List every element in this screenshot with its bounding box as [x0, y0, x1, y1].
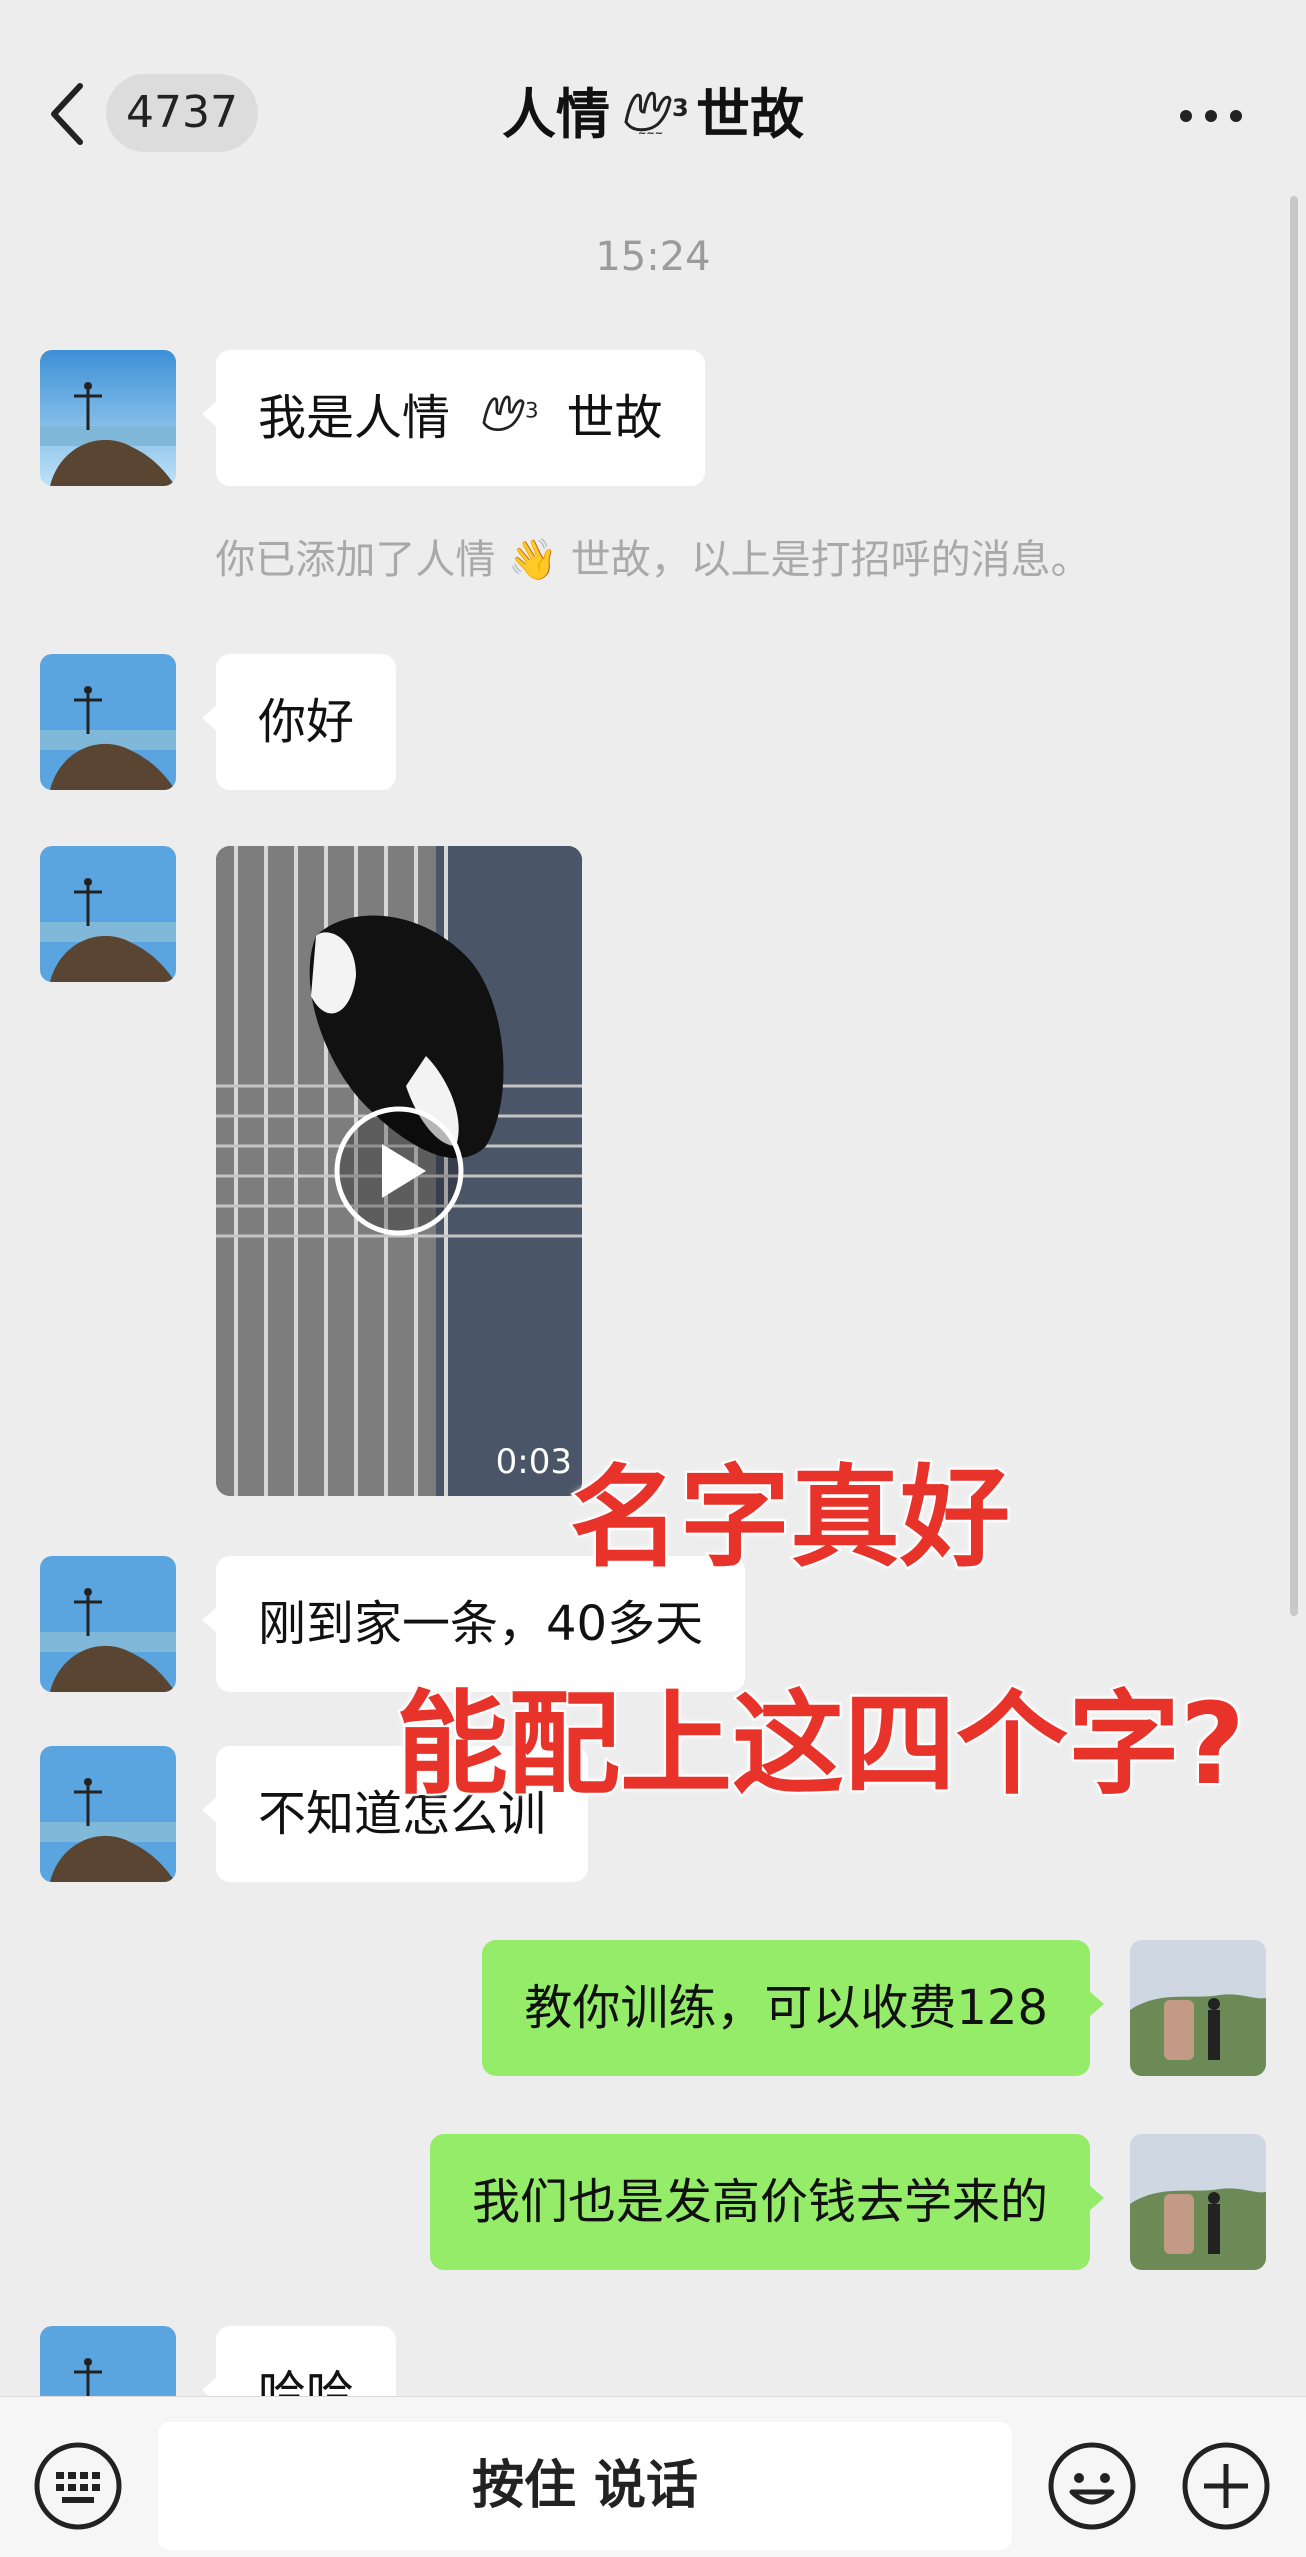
emoji-icon[interactable] — [1046, 2440, 1138, 2532]
svg-text:3: 3 — [672, 94, 688, 122]
system-message: 你已添加了人情 👋 世故，以上是打招呼的消息。 — [215, 537, 1091, 583]
hand-emoji-icon: 3 ~~~ — [618, 82, 689, 155]
back-chevron-icon[interactable] — [48, 80, 86, 148]
my-avatar[interactable] — [1130, 1940, 1266, 2076]
contact-avatar[interactable] — [40, 654, 176, 790]
overlay-caption-1: 名字真好 — [568, 1452, 1012, 1584]
contact-avatar[interactable] — [40, 1556, 176, 1692]
contact-avatar[interactable] — [40, 846, 176, 982]
message-bubble-incoming[interactable]: 我是人情 3 世故 — [202, 350, 705, 489]
unread-count-badge[interactable]: 4737 — [106, 74, 258, 152]
message-timestamp: 15:24 — [595, 234, 711, 280]
my-avatar[interactable] — [1130, 2134, 1266, 2270]
svg-text:~~~: ~~~ — [638, 128, 663, 138]
title-right: 世故 — [696, 83, 804, 146]
message-text-before: 我是人情 — [258, 390, 451, 446]
contact-avatar[interactable] — [40, 350, 176, 486]
scrollbar[interactable] — [1290, 196, 1298, 1616]
title-left: 人情 — [502, 83, 610, 146]
svg-text:3: 3 — [525, 398, 539, 423]
message-bubble-incoming[interactable]: 你好 — [201, 654, 397, 790]
message-text-after: 世故 — [566, 390, 663, 446]
video-duration: 0:03 — [495, 1442, 572, 1482]
message-bubble-outgoing[interactable]: 我们也是发高价钱去学来的 — [429, 2134, 1105, 2270]
message-bubble-outgoing[interactable]: 教你训练，可以收费128 — [482, 1940, 1104, 2076]
video-message[interactable]: 0:03 — [216, 846, 582, 1496]
contact-avatar[interactable] — [40, 1746, 176, 1882]
chat-title: 人情 3 ~~~ 世故 — [360, 80, 946, 150]
overlay-caption-2: 能配上这四个字? — [394, 1678, 1247, 1812]
hand-emoji-icon: 3 — [473, 353, 543, 489]
hold-to-talk-button[interactable]: 按住 说话 — [158, 2422, 1012, 2550]
plus-icon[interactable] — [1180, 2440, 1272, 2532]
keyboard-icon[interactable] — [32, 2440, 124, 2532]
more-options-button[interactable] — [1180, 106, 1242, 126]
